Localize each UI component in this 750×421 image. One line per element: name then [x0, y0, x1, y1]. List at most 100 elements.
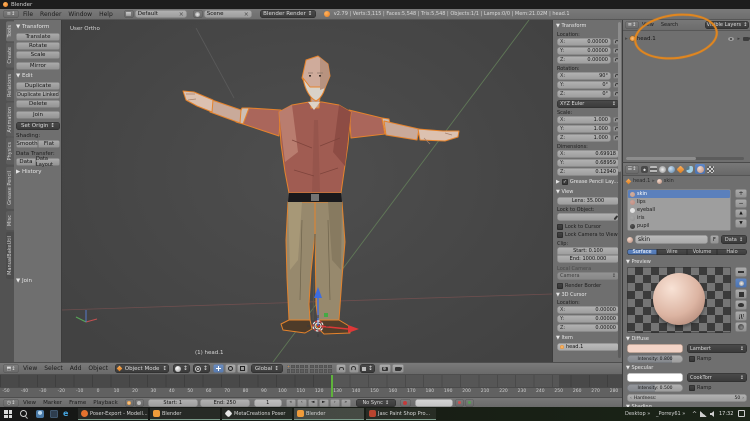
viewport-3d[interactable]: User Ortho (1) head.1: [62, 20, 552, 362]
screen-layout-icon[interactable]: [123, 10, 134, 18]
panel-header-diffuse[interactable]: ▼ Diffuse: [626, 336, 649, 342]
character-model[interactable]: [62, 20, 552, 362]
shelf-tab-animation[interactable]: Animation: [6, 102, 14, 137]
eyedropper-icon[interactable]: [613, 214, 618, 220]
scene-tab-icon[interactable]: [659, 165, 666, 173]
render-camera-icon[interactable]: [743, 36, 750, 41]
menu-file[interactable]: File: [23, 11, 33, 18]
slot-up-button[interactable]: ▲: [735, 209, 747, 218]
world-tab-icon[interactable]: [668, 165, 675, 173]
preview-world-sphere-button[interactable]: [735, 322, 747, 332]
timeline-ruler[interactable]: -50 -40 -30 -20 -10 0 10 20 30 40 50 60 70 80 90 100 110…: [0, 387, 622, 397]
number-field[interactable]: Z: 1.000: [557, 134, 611, 142]
shelf-tab-relations[interactable]: Relations: [6, 69, 14, 101]
menu-view[interactable]: View: [23, 400, 36, 406]
playhead[interactable]: [331, 375, 333, 397]
ramp-checkbox[interactable]: [689, 356, 695, 362]
tab-volume[interactable]: Volume: [687, 248, 717, 255]
outliner-scrollbar[interactable]: [626, 157, 744, 160]
duplicate-linked-button[interactable]: Duplicate Linked: [16, 91, 60, 99]
panel-header-edit[interactable]: ▼ Edit: [16, 73, 33, 79]
opengl-render-anim-button[interactable]: [391, 364, 404, 373]
diffuse-color-swatch[interactable]: [627, 344, 683, 353]
opengl-render-button[interactable]: [378, 364, 391, 373]
play-button[interactable]: ►: [318, 398, 329, 407]
material-slot-lips[interactable]: lips: [628, 198, 730, 206]
render-border-row[interactable]: Render Border: [557, 283, 601, 289]
translate-button[interactable]: Translate: [16, 33, 60, 41]
shelf-tab-physics[interactable]: Physics: [6, 138, 14, 165]
manipulator-scale-button[interactable]: [236, 364, 248, 373]
menu-add[interactable]: Add: [70, 365, 82, 372]
rotate-button[interactable]: Rotate: [16, 42, 60, 50]
material-name-field[interactable]: skin: [635, 235, 708, 244]
preview-monkey-button[interactable]: [735, 300, 747, 310]
lock-origins-button[interactable]: [335, 364, 346, 373]
editor-type-icon[interactable]: ◷↕: [3, 398, 19, 407]
frame-start-field[interactable]: Start: 1: [147, 398, 198, 407]
render-layers-tab-icon[interactable]: [650, 165, 657, 173]
panel-header-3d-cursor[interactable]: ▼ 3D Cursor: [556, 292, 587, 298]
panel-header-transform[interactable]: ▼ Transform: [556, 23, 586, 29]
shelf-tab-manualbakeutil[interactable]: ManualBakeUtil: [6, 231, 14, 279]
menu-help[interactable]: Help: [99, 11, 113, 18]
jump-to-end-button[interactable]: »: [340, 398, 351, 407]
number-field[interactable]: X: 0.69918: [557, 150, 619, 158]
clip-start-field[interactable]: Start: 0.100: [557, 247, 619, 255]
current-frame-field[interactable]: 1: [253, 398, 282, 407]
number-field[interactable]: Y: 1.000: [557, 125, 611, 133]
preview-sphere-button[interactable]: [735, 278, 747, 288]
panel-header-specular[interactable]: ▼ Specular: [626, 365, 653, 371]
editor-type-icon[interactable]: ≣↕: [625, 21, 639, 29]
n-panel-scrollbar[interactable]: [618, 22, 621, 358]
render-tab-icon[interactable]: [641, 165, 648, 173]
panel-header-item[interactable]: ▼ Item: [556, 335, 573, 341]
shade-smooth-button[interactable]: Smooth: [16, 140, 38, 148]
network-icon[interactable]: [700, 411, 707, 417]
preview-hair-button[interactable]: [735, 311, 747, 321]
taskbar-app-button[interactable]: MetaCreations Poser: [222, 408, 292, 420]
menu-marker[interactable]: Marker: [43, 400, 62, 406]
shelf-tab-tools[interactable]: Tools: [6, 21, 14, 42]
preview-flat-button[interactable]: [735, 267, 747, 277]
lock-to-cursor-checkbox[interactable]: [557, 224, 563, 230]
delete-button[interactable]: Delete: [16, 100, 60, 108]
panel-header-history[interactable]: ▶ History: [16, 169, 42, 175]
tab-surface[interactable]: Surface: [627, 248, 657, 255]
visibility-eye-icon[interactable]: [728, 36, 735, 41]
taskbar-app-button[interactable]: Jasc Paint Shop Pro...: [366, 408, 436, 420]
object-tab-icon[interactable]: [676, 165, 685, 173]
number-field[interactable]: X: 0.00000: [557, 38, 611, 46]
mode-select[interactable]: Object Mode ↕: [114, 364, 169, 373]
prev-keyframe-button[interactable]: ‹: [296, 398, 307, 407]
panel-header-transform[interactable]: ▼ Transform: [16, 24, 49, 30]
join-button[interactable]: Join: [16, 111, 60, 119]
number-field[interactable]: Y: 0.68959: [557, 159, 619, 167]
play-reverse-button[interactable]: ◄: [307, 398, 318, 407]
preview-cube-button[interactable]: [735, 289, 747, 299]
modifiers-tab-icon[interactable]: [686, 165, 693, 173]
breadcrumb-material[interactable]: skin: [664, 178, 674, 184]
transform-orientation-select[interactable]: Global ↕: [250, 364, 283, 373]
autokey-icon[interactable]: [134, 398, 144, 407]
disclosure-icon[interactable]: ▸: [625, 36, 628, 42]
editor-type-icon[interactable]: ☰↕: [625, 164, 639, 174]
pivot-point-select[interactable]: ↕: [192, 364, 210, 373]
delete-key-icon[interactable]: [464, 398, 474, 407]
people-icon[interactable]: [36, 410, 44, 418]
number-field[interactable]: Y: 0.00000: [557, 315, 619, 323]
number-field[interactable]: X: 0.00000: [557, 306, 619, 314]
scene-field[interactable]: Scene ×: [203, 10, 252, 18]
mirror-button[interactable]: Mirror: [16, 62, 60, 70]
render-border-checkbox[interactable]: [557, 283, 563, 289]
render-engine-select[interactable]: Blender Render ↕: [259, 10, 316, 18]
lock-camera-row[interactable]: Lock Camera to View: [557, 232, 618, 238]
scene-icon[interactable]: [192, 10, 203, 18]
material-slot-pupil[interactable]: pupil: [628, 222, 730, 230]
panel-header-view[interactable]: ▼ View: [556, 189, 573, 195]
set-origin-menu[interactable]: Set Origin ↕: [16, 122, 60, 130]
menu-object[interactable]: Object: [88, 365, 108, 372]
add-slot-button[interactable]: +: [735, 189, 747, 198]
volume-icon[interactable]: [710, 411, 714, 417]
number-field[interactable]: Z: 0.12940: [557, 168, 619, 176]
